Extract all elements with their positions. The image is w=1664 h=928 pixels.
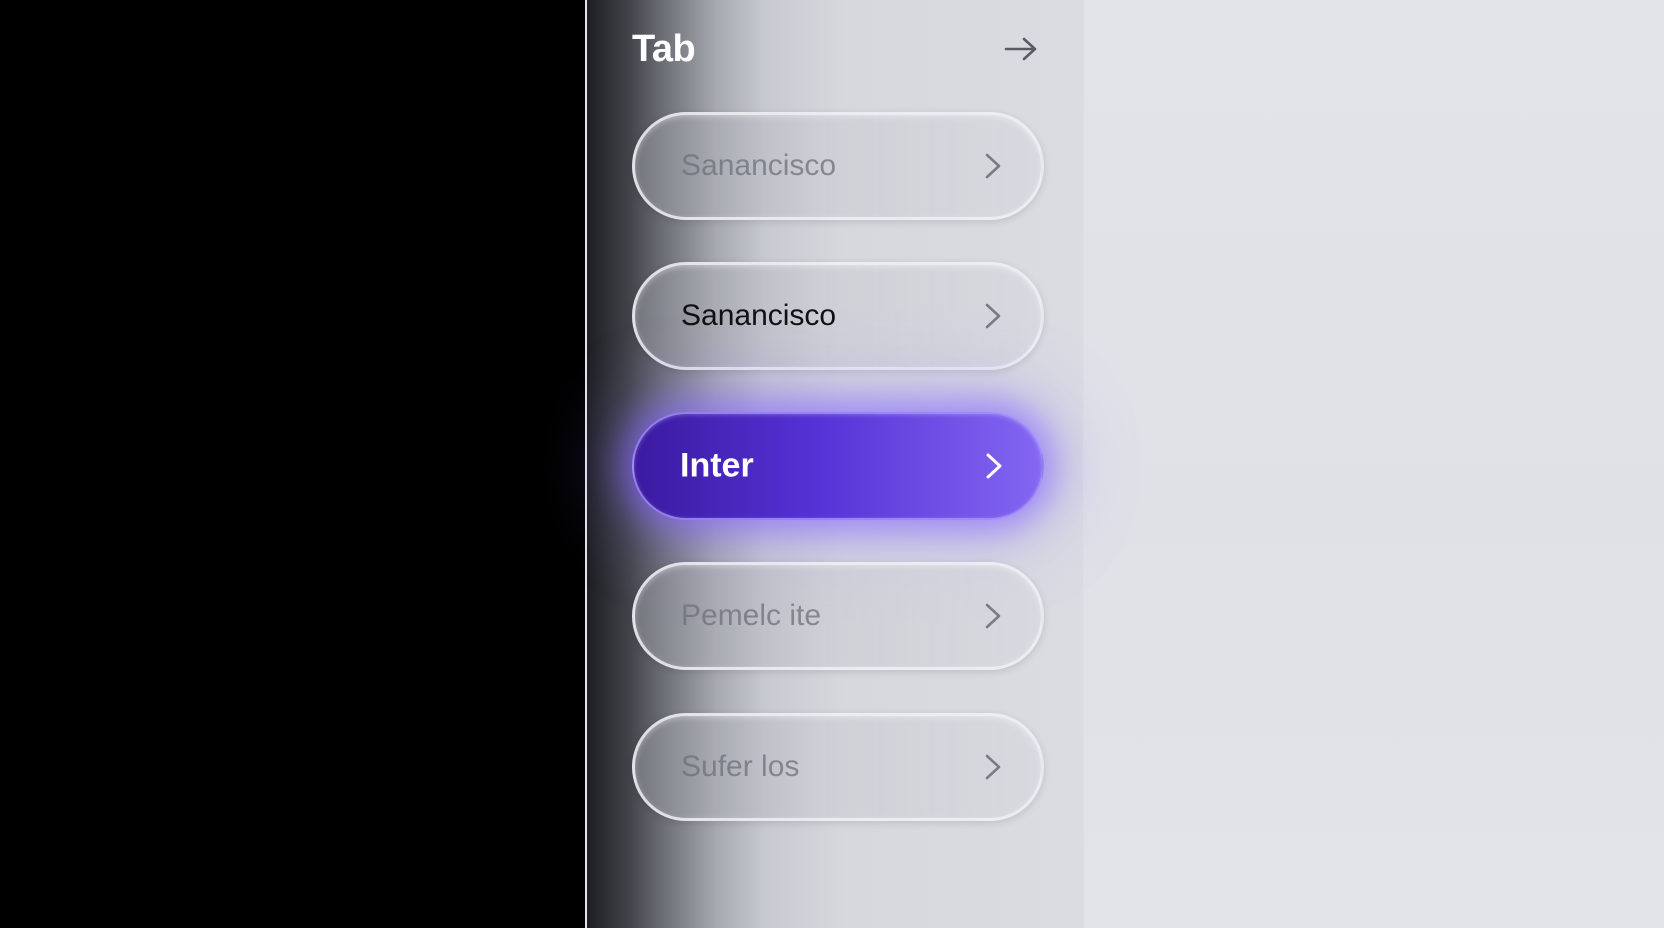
tab-item-sufer-los[interactable]: Sufer los xyxy=(632,713,1044,821)
tab-item-sanancisco-2[interactable]: Sanancisco xyxy=(632,262,1044,370)
tab-item-pemelc-ite[interactable]: Pemelc ite xyxy=(632,562,1044,670)
chevron-right-icon xyxy=(986,453,1002,479)
scene: Tab Sanancisco Sanancisco Inter Pemelc i… xyxy=(0,0,1664,928)
tab-item-label: Sufer los xyxy=(681,750,800,783)
light-background xyxy=(1085,0,1664,928)
dark-background xyxy=(0,0,585,928)
chevron-right-icon xyxy=(985,153,1001,179)
tab-item-label: Inter xyxy=(680,446,754,485)
tab-item-label: Sanancisco xyxy=(681,299,837,332)
chevron-right-icon xyxy=(985,754,1001,780)
chevron-right-icon xyxy=(985,303,1001,329)
arrow-right-icon[interactable] xyxy=(1002,30,1040,68)
tab-item-label: Sanancisco xyxy=(681,149,837,182)
tab-item-label: Pemelc ite xyxy=(681,599,822,632)
panel-title: Tab xyxy=(632,28,696,70)
tab-item-inter[interactable]: Inter xyxy=(632,412,1044,520)
chevron-right-icon xyxy=(985,603,1001,629)
tab-panel: Tab Sanancisco Sanancisco Inter Pemelc i… xyxy=(585,0,1085,928)
tab-item-sanancisco-1[interactable]: Sanancisco xyxy=(632,112,1044,220)
